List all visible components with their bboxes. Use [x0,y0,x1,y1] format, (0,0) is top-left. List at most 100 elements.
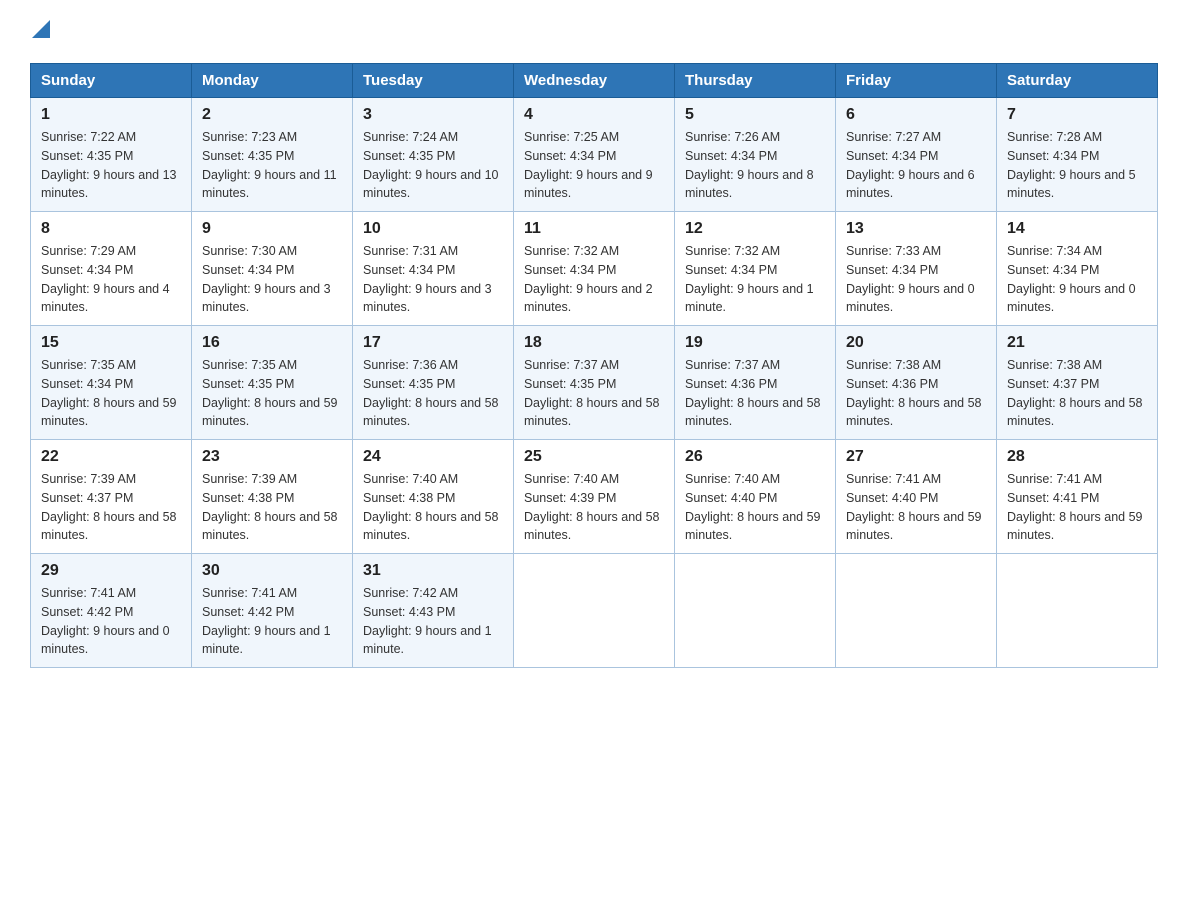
page-header [30,20,1158,43]
table-row: 9 Sunrise: 7:30 AMSunset: 4:34 PMDaylight… [192,212,353,326]
table-row: 4 Sunrise: 7:25 AMSunset: 4:34 PMDaylight… [514,98,675,212]
day-number: 4 [524,106,664,124]
header-friday: Friday [836,64,997,98]
day-info: Sunrise: 7:38 AMSunset: 4:37 PMDaylight:… [1007,358,1143,428]
day-number: 12 [685,220,825,238]
table-row: 24 Sunrise: 7:40 AMSunset: 4:38 PMDayligh… [353,440,514,554]
table-row: 8 Sunrise: 7:29 AMSunset: 4:34 PMDaylight… [31,212,192,326]
day-info: Sunrise: 7:25 AMSunset: 4:34 PMDaylight:… [524,130,653,200]
day-number: 17 [363,334,503,352]
day-number: 23 [202,448,342,466]
day-number: 29 [41,562,181,580]
day-number: 18 [524,334,664,352]
table-row [997,554,1158,668]
day-info: Sunrise: 7:30 AMSunset: 4:34 PMDaylight:… [202,244,331,314]
day-info: Sunrise: 7:42 AMSunset: 4:43 PMDaylight:… [363,586,492,656]
table-row: 30 Sunrise: 7:41 AMSunset: 4:42 PMDayligh… [192,554,353,668]
day-info: Sunrise: 7:41 AMSunset: 4:42 PMDaylight:… [41,586,170,656]
day-info: Sunrise: 7:22 AMSunset: 4:35 PMDaylight:… [41,130,177,200]
table-row: 14 Sunrise: 7:34 AMSunset: 4:34 PMDayligh… [997,212,1158,326]
day-info: Sunrise: 7:29 AMSunset: 4:34 PMDaylight:… [41,244,170,314]
day-info: Sunrise: 7:31 AMSunset: 4:34 PMDaylight:… [363,244,492,314]
logo [30,20,50,43]
table-row: 26 Sunrise: 7:40 AMSunset: 4:40 PMDayligh… [675,440,836,554]
calendar-week-row: 8 Sunrise: 7:29 AMSunset: 4:34 PMDaylight… [31,212,1158,326]
table-row: 5Sunrise: 7:26 AMSunset: 4:34 PMDaylight… [675,98,836,212]
day-info: Sunrise: 7:36 AMSunset: 4:35 PMDaylight:… [363,358,499,428]
table-row: 25 Sunrise: 7:40 AMSunset: 4:39 PMDayligh… [514,440,675,554]
day-number: 25 [524,448,664,466]
table-row: 18Sunrise: 7:37 AMSunset: 4:35 PMDayligh… [514,326,675,440]
day-info: Sunrise: 7:40 AMSunset: 4:40 PMDaylight:… [685,472,821,542]
weekday-header-row: Sunday Monday Tuesday Wednesday Thursday… [31,64,1158,98]
day-info: Sunrise: 7:37 AMSunset: 4:36 PMDaylight:… [685,358,821,428]
logo-triangle-icon [32,20,50,38]
day-info: Sunrise: 7:34 AMSunset: 4:34 PMDaylight:… [1007,244,1136,314]
day-number: 9 [202,220,342,238]
day-number: 11 [524,220,664,238]
day-number: 30 [202,562,342,580]
table-row [675,554,836,668]
day-number: 6 [846,106,986,124]
table-row: 2 Sunrise: 7:23 AMSunset: 4:35 PMDaylight… [192,98,353,212]
table-row: 6 Sunrise: 7:27 AMSunset: 4:34 PMDaylight… [836,98,997,212]
header-saturday: Saturday [997,64,1158,98]
calendar-table: Sunday Monday Tuesday Wednesday Thursday… [30,63,1158,668]
day-info: Sunrise: 7:28 AMSunset: 4:34 PMDaylight:… [1007,130,1136,200]
day-info: Sunrise: 7:24 AMSunset: 4:35 PMDaylight:… [363,130,499,200]
day-info: Sunrise: 7:40 AMSunset: 4:38 PMDaylight:… [363,472,499,542]
table-row: 20 Sunrise: 7:38 AMSunset: 4:36 PMDayligh… [836,326,997,440]
day-info: Sunrise: 7:41 AMSunset: 4:42 PMDaylight:… [202,586,331,656]
day-number: 8 [41,220,181,238]
header-wednesday: Wednesday [514,64,675,98]
table-row [514,554,675,668]
table-row: 7 Sunrise: 7:28 AMSunset: 4:34 PMDaylight… [997,98,1158,212]
day-info: Sunrise: 7:39 AMSunset: 4:37 PMDaylight:… [41,472,177,542]
table-row: 19 Sunrise: 7:37 AMSunset: 4:36 PMDayligh… [675,326,836,440]
day-info: Sunrise: 7:38 AMSunset: 4:36 PMDaylight:… [846,358,982,428]
day-number: 14 [1007,220,1147,238]
day-number: 7 [1007,106,1147,124]
day-number: 22 [41,448,181,466]
calendar-week-row: 29 Sunrise: 7:41 AMSunset: 4:42 PMDayligh… [31,554,1158,668]
day-number: 24 [363,448,503,466]
day-number: 27 [846,448,986,466]
table-row: 3 Sunrise: 7:24 AMSunset: 4:35 PMDaylight… [353,98,514,212]
day-number: 1 [41,106,181,124]
day-number: 19 [685,334,825,352]
table-row [836,554,997,668]
header-tuesday: Tuesday [353,64,514,98]
table-row: 21Sunrise: 7:38 AMSunset: 4:37 PMDayligh… [997,326,1158,440]
day-info: Sunrise: 7:26 AMSunset: 4:34 PMDaylight:… [685,130,814,200]
table-row: 11Sunrise: 7:32 AMSunset: 4:34 PMDayligh… [514,212,675,326]
day-info: Sunrise: 7:23 AMSunset: 4:35 PMDaylight:… [202,130,337,200]
day-number: 26 [685,448,825,466]
table-row: 10 Sunrise: 7:31 AMSunset: 4:34 PMDayligh… [353,212,514,326]
day-number: 10 [363,220,503,238]
table-row: 12 Sunrise: 7:32 AMSunset: 4:34 PMDayligh… [675,212,836,326]
table-row: 29 Sunrise: 7:41 AMSunset: 4:42 PMDayligh… [31,554,192,668]
day-number: 15 [41,334,181,352]
calendar-week-row: 22 Sunrise: 7:39 AMSunset: 4:37 PMDayligh… [31,440,1158,554]
day-info: Sunrise: 7:41 AMSunset: 4:40 PMDaylight:… [846,472,982,542]
table-row: 1 Sunrise: 7:22 AMSunset: 4:35 PMDaylight… [31,98,192,212]
table-row: 31 Sunrise: 7:42 AMSunset: 4:43 PMDayligh… [353,554,514,668]
table-row: 13Sunrise: 7:33 AMSunset: 4:34 PMDayligh… [836,212,997,326]
day-info: Sunrise: 7:35 AMSunset: 4:35 PMDaylight:… [202,358,338,428]
table-row: 16 Sunrise: 7:35 AMSunset: 4:35 PMDayligh… [192,326,353,440]
calendar-week-row: 1 Sunrise: 7:22 AMSunset: 4:35 PMDaylight… [31,98,1158,212]
day-info: Sunrise: 7:39 AMSunset: 4:38 PMDaylight:… [202,472,338,542]
day-info: Sunrise: 7:40 AMSunset: 4:39 PMDaylight:… [524,472,660,542]
day-number: 20 [846,334,986,352]
day-number: 16 [202,334,342,352]
day-info: Sunrise: 7:33 AMSunset: 4:34 PMDaylight:… [846,244,975,314]
day-info: Sunrise: 7:35 AMSunset: 4:34 PMDaylight:… [41,358,177,428]
day-number: 31 [363,562,503,580]
day-info: Sunrise: 7:27 AMSunset: 4:34 PMDaylight:… [846,130,975,200]
day-number: 3 [363,106,503,124]
day-info: Sunrise: 7:32 AMSunset: 4:34 PMDaylight:… [685,244,814,314]
table-row: 22 Sunrise: 7:39 AMSunset: 4:37 PMDayligh… [31,440,192,554]
table-row: 23 Sunrise: 7:39 AMSunset: 4:38 PMDayligh… [192,440,353,554]
day-number: 2 [202,106,342,124]
table-row: 15 Sunrise: 7:35 AMSunset: 4:34 PMDayligh… [31,326,192,440]
